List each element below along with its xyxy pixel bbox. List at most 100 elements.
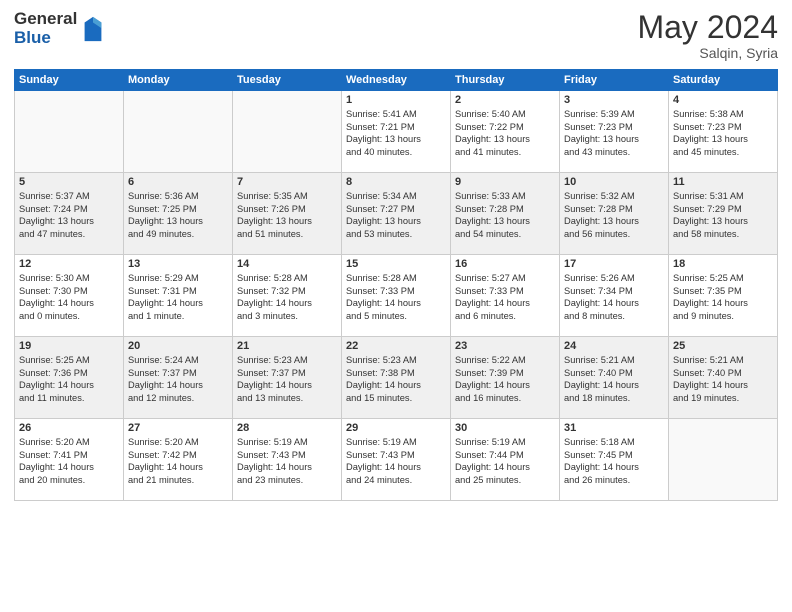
- day-number: 1: [346, 94, 446, 106]
- day-number: 31: [564, 422, 664, 434]
- calendar-cell: 24 Sunrise: 5:21 AM Sunset: 7:40 PM Dayli…: [560, 337, 669, 419]
- calendar-cell: 30 Sunrise: 5:19 AM Sunset: 7:44 PM Dayli…: [451, 419, 560, 501]
- calendar-cell: 27Sunrise: 5:20 AM Sunset: 7:42 PM Dayli…: [124, 419, 233, 501]
- day-number: 17: [564, 258, 664, 270]
- cell-info: Sunrise: 5:20 AM Sunset: 7:41 PM Dayligh…: [19, 436, 119, 486]
- calendar-week-4: 19Sunrise: 5:25 AM Sunset: 7:36 PM Dayli…: [15, 337, 778, 419]
- cell-info: Sunrise: 5:19 AM Sunset: 7:43 PM Dayligh…: [346, 436, 446, 486]
- logo-icon: [79, 15, 107, 43]
- calendar-cell: 13 Sunrise: 5:29 AM Sunset: 7:31 PM Dayli…: [124, 255, 233, 337]
- calendar-cell: 15 Sunrise: 5:28 AM Sunset: 7:33 PM Dayli…: [342, 255, 451, 337]
- calendar-cell: 8Sunrise: 5:34 AM Sunset: 7:27 PM Daylig…: [342, 173, 451, 255]
- calendar-cell: 6Sunrise: 5:36 AM Sunset: 7:25 PM Daylig…: [124, 173, 233, 255]
- day-number: 15: [346, 258, 446, 270]
- calendar-cell: 31 Sunrise: 5:18 AM Sunset: 7:45 PM Dayli…: [560, 419, 669, 501]
- calendar-cell: 29 Sunrise: 5:19 AM Sunset: 7:43 PM Dayli…: [342, 419, 451, 501]
- day-number: 12: [19, 258, 119, 270]
- day-number: 21: [237, 340, 337, 352]
- calendar-cell: 9Sunrise: 5:33 AM Sunset: 7:28 PM Daylig…: [451, 173, 560, 255]
- day-header-friday: Friday: [560, 70, 669, 91]
- cell-info: Sunrise: 5:28 AM Sunset: 7:32 PM Dayligh…: [237, 272, 337, 322]
- title-section: May 2024 Salqin, Syria: [637, 10, 778, 61]
- month-year: May 2024: [637, 10, 778, 45]
- cell-info: Sunrise: 5:39 AM Sunset: 7:23 PM Dayligh…: [564, 108, 664, 158]
- calendar-cell: 26 Sunrise: 5:20 AM Sunset: 7:41 PM Dayli…: [15, 419, 124, 501]
- calendar-cell: [124, 91, 233, 173]
- cell-info: Sunrise: 5:23 AM Sunset: 7:37 PM Dayligh…: [237, 354, 337, 404]
- calendar-cell: 19Sunrise: 5:25 AM Sunset: 7:36 PM Dayli…: [15, 337, 124, 419]
- day-number: 22: [346, 340, 446, 352]
- cell-info: Sunrise: 5:38 AM Sunset: 7:23 PM Dayligh…: [673, 108, 773, 158]
- cell-info: Sunrise: 5:24 AM Sunset: 7:37 PM Dayligh…: [128, 354, 228, 404]
- day-number: 20: [128, 340, 228, 352]
- cell-info: Sunrise: 5:27 AM Sunset: 7:33 PM Dayligh…: [455, 272, 555, 322]
- calendar-cell: [15, 91, 124, 173]
- day-number: 19: [19, 340, 119, 352]
- day-number: 6: [128, 176, 228, 188]
- cell-info: Sunrise: 5:22 AM Sunset: 7:39 PM Dayligh…: [455, 354, 555, 404]
- day-number: 9: [455, 176, 555, 188]
- day-number: 24: [564, 340, 664, 352]
- day-number: 27: [128, 422, 228, 434]
- cell-info: Sunrise: 5:34 AM Sunset: 7:27 PM Dayligh…: [346, 190, 446, 240]
- cell-info: Sunrise: 5:40 AM Sunset: 7:22 PM Dayligh…: [455, 108, 555, 158]
- calendar-cell: 18 Sunrise: 5:25 AM Sunset: 7:35 PM Dayli…: [669, 255, 778, 337]
- calendar-cell: 28 Sunrise: 5:19 AM Sunset: 7:43 PM Dayli…: [233, 419, 342, 501]
- day-number: 3: [564, 94, 664, 106]
- day-number: 14: [237, 258, 337, 270]
- day-number: 4: [673, 94, 773, 106]
- calendar-cell: 20 Sunrise: 5:24 AM Sunset: 7:37 PM Dayli…: [124, 337, 233, 419]
- day-number: 18: [673, 258, 773, 270]
- cell-info: Sunrise: 5:32 AM Sunset: 7:28 PM Dayligh…: [564, 190, 664, 240]
- calendar-week-1: 1 Sunrise: 5:41 AM Sunset: 7:21 PM Daylig…: [15, 91, 778, 173]
- cell-info: Sunrise: 5:35 AM Sunset: 7:26 PM Dayligh…: [237, 190, 337, 240]
- cell-info: Sunrise: 5:29 AM Sunset: 7:31 PM Dayligh…: [128, 272, 228, 322]
- calendar-cell: 22Sunrise: 5:23 AM Sunset: 7:38 PM Dayli…: [342, 337, 451, 419]
- day-number: 28: [237, 422, 337, 434]
- cell-info: Sunrise: 5:41 AM Sunset: 7:21 PM Dayligh…: [346, 108, 446, 158]
- logo-blue: Blue: [14, 29, 77, 48]
- day-header-thursday: Thursday: [451, 70, 560, 91]
- day-number: 16: [455, 258, 555, 270]
- day-header-monday: Monday: [124, 70, 233, 91]
- day-header-wednesday: Wednesday: [342, 70, 451, 91]
- calendar-cell: 23Sunrise: 5:22 AM Sunset: 7:39 PM Dayli…: [451, 337, 560, 419]
- day-number: 29: [346, 422, 446, 434]
- cell-info: Sunrise: 5:21 AM Sunset: 7:40 PM Dayligh…: [564, 354, 664, 404]
- calendar-cell: 11Sunrise: 5:31 AM Sunset: 7:29 PM Dayli…: [669, 173, 778, 255]
- day-header-tuesday: Tuesday: [233, 70, 342, 91]
- cell-info: Sunrise: 5:30 AM Sunset: 7:30 PM Dayligh…: [19, 272, 119, 322]
- calendar-cell: [233, 91, 342, 173]
- calendar-cell: 3 Sunrise: 5:39 AM Sunset: 7:23 PM Daylig…: [560, 91, 669, 173]
- day-number: 5: [19, 176, 119, 188]
- day-header-saturday: Saturday: [669, 70, 778, 91]
- calendar-cell: 16 Sunrise: 5:27 AM Sunset: 7:33 PM Dayli…: [451, 255, 560, 337]
- day-number: 7: [237, 176, 337, 188]
- cell-info: Sunrise: 5:19 AM Sunset: 7:43 PM Dayligh…: [237, 436, 337, 486]
- cell-info: Sunrise: 5:21 AM Sunset: 7:40 PM Dayligh…: [673, 354, 773, 404]
- cell-info: Sunrise: 5:19 AM Sunset: 7:44 PM Dayligh…: [455, 436, 555, 486]
- day-number: 2: [455, 94, 555, 106]
- calendar-table: SundayMondayTuesdayWednesdayThursdayFrid…: [14, 69, 778, 501]
- day-number: 26: [19, 422, 119, 434]
- location: Salqin, Syria: [637, 45, 778, 61]
- calendar-cell: 17 Sunrise: 5:26 AM Sunset: 7:34 PM Dayli…: [560, 255, 669, 337]
- calendar-cell: 25Sunrise: 5:21 AM Sunset: 7:40 PM Dayli…: [669, 337, 778, 419]
- cell-info: Sunrise: 5:28 AM Sunset: 7:33 PM Dayligh…: [346, 272, 446, 322]
- cell-info: Sunrise: 5:18 AM Sunset: 7:45 PM Dayligh…: [564, 436, 664, 486]
- calendar-cell: 7 Sunrise: 5:35 AM Sunset: 7:26 PM Daylig…: [233, 173, 342, 255]
- day-number: 13: [128, 258, 228, 270]
- day-number: 30: [455, 422, 555, 434]
- cell-info: Sunrise: 5:26 AM Sunset: 7:34 PM Dayligh…: [564, 272, 664, 322]
- logo: General Blue: [14, 10, 107, 47]
- calendar-cell: 4 Sunrise: 5:38 AM Sunset: 7:23 PM Daylig…: [669, 91, 778, 173]
- calendar-cell: [669, 419, 778, 501]
- calendar-week-2: 5Sunrise: 5:37 AM Sunset: 7:24 PM Daylig…: [15, 173, 778, 255]
- calendar-cell: 10Sunrise: 5:32 AM Sunset: 7:28 PM Dayli…: [560, 173, 669, 255]
- day-number: 11: [673, 176, 773, 188]
- logo-general: General: [14, 10, 77, 29]
- header: General Blue May 2024 Salqin, Syria: [14, 10, 778, 61]
- cell-info: Sunrise: 5:25 AM Sunset: 7:35 PM Dayligh…: [673, 272, 773, 322]
- calendar-cell: 12 Sunrise: 5:30 AM Sunset: 7:30 PM Dayli…: [15, 255, 124, 337]
- calendar-week-3: 12 Sunrise: 5:30 AM Sunset: 7:30 PM Dayli…: [15, 255, 778, 337]
